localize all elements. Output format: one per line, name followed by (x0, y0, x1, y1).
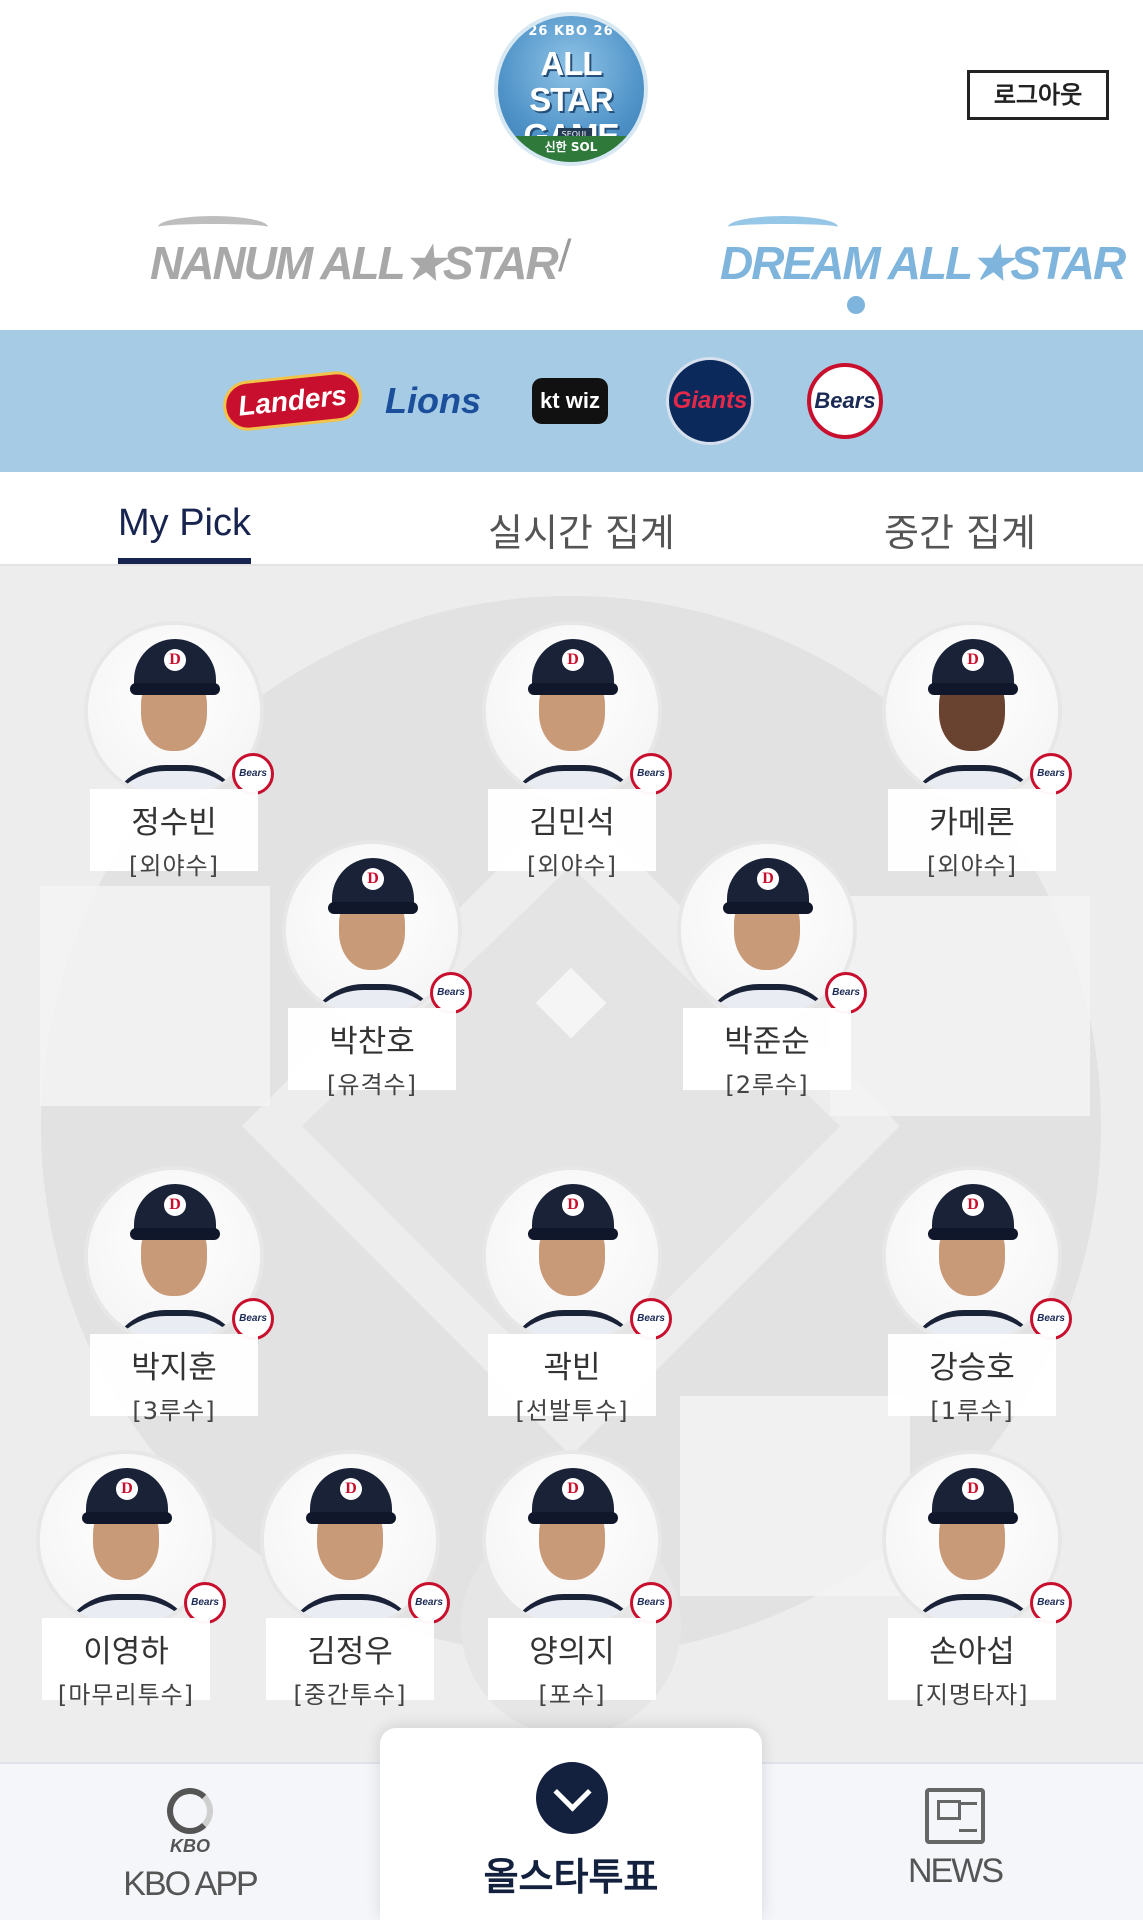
player-info: 손아섭 [지명타자] (888, 1618, 1056, 1709)
swoosh-icon (728, 216, 838, 238)
nav-kbo-app[interactable]: KBO KBO APP (100, 1788, 280, 1904)
player-info: 강승호 [1루수] (888, 1334, 1056, 1425)
player-position: [포수] (538, 1681, 606, 1709)
lineup-field: D Bears 정수빈 [외야수] D Bears 김민석 [외야수] D Be… (0, 566, 1143, 1762)
player-info: 곽빈 [선발투수] (488, 1334, 656, 1425)
player-position: [2루수] (725, 1071, 809, 1099)
team-landers[interactable]: Landers (220, 358, 364, 444)
logout-button[interactable]: 로그아웃 (967, 70, 1109, 120)
kbo-mini-label: KBO (170, 1836, 210, 1856)
logo-title-line1: ALL STAR (529, 45, 613, 118)
player-name: 김민석 (529, 805, 615, 841)
player-card[interactable]: D Bears 강승호 [1루수] (880, 1166, 1072, 1430)
player-info: 카메론 [외야수] (888, 789, 1056, 880)
tab-my-pick[interactable]: My Pick (118, 502, 251, 564)
kbo-logo-icon (167, 1788, 213, 1834)
doosan-bears-logo: Bears (807, 363, 883, 439)
player-info: 박찬호 [유격수] (288, 1008, 456, 1099)
lotte-giants-logo: Giants (666, 357, 754, 445)
player-info: 박준순 [2루수] (683, 1008, 851, 1099)
player-name: 박지훈 (131, 1350, 217, 1386)
nav-allstar-vote[interactable]: 올스타투표 (380, 1728, 762, 1920)
player-card[interactable]: D Bears 카메론 [외야수] (880, 621, 1072, 885)
logo-sponsor: 신한 SOL (498, 136, 644, 162)
ssg-landers-logo: Landers (220, 368, 364, 434)
player-position: [외야수] (927, 852, 1017, 880)
player-info: 이영하 [마무리투수] (42, 1618, 210, 1709)
chevron-down-icon[interactable] (536, 1762, 608, 1834)
swoosh-icon (158, 216, 268, 238)
player-position: [마무리투수] (57, 1681, 195, 1709)
player-position: [외야수] (527, 852, 617, 880)
player-position: [중간투수] (293, 1681, 407, 1709)
team-ktwiz[interactable]: kt wiz (520, 358, 620, 444)
player-info: 김정우 [중간투수] (266, 1618, 434, 1709)
nav-kbo-app-label: KBO APP (123, 1865, 258, 1903)
player-card[interactable]: D Bears 박준순 [2루수] (675, 840, 867, 1104)
player-card[interactable]: D Bears 손아섭 [지명타자] (880, 1450, 1072, 1714)
player-position: [3루수] (132, 1397, 216, 1425)
player-info: 박지훈 [3루수] (90, 1334, 258, 1425)
allstar-game-logo: 26 KBO 26 ALL STAR GAME SEOUL 신한 SOL (494, 12, 648, 166)
league-nanum-allstar[interactable]: NANUM ALL★STAR (150, 210, 559, 290)
player-position: [지명타자] (915, 1681, 1029, 1709)
player-name: 양의지 (529, 1634, 615, 1670)
player-name: 이영하 (83, 1634, 169, 1670)
player-name: 카메론 (929, 805, 1015, 841)
allstar-vote-page: 26 KBO 26 ALL STAR GAME SEOUL 신한 SOL 로그아… (0, 0, 1143, 1920)
team-selector: Landers Lions kt wiz Giants Bears (0, 330, 1143, 472)
player-position: [1루수] (930, 1397, 1014, 1425)
player-card[interactable]: D Bears 김민석 [외야수] (480, 621, 672, 885)
player-name: 강승호 (929, 1350, 1015, 1386)
player-name: 박찬호 (329, 1024, 415, 1060)
team-giants[interactable]: Giants (660, 357, 760, 445)
team-lions[interactable]: Lions (380, 358, 486, 444)
samsung-lions-logo: Lions (385, 380, 481, 421)
tab-realtime-tally[interactable]: 실시간 집계 (488, 502, 675, 557)
player-card[interactable]: D Bears 김정우 [중간투수] (258, 1450, 450, 1714)
player-card[interactable]: D Bears 박찬호 [유격수] (280, 840, 472, 1104)
player-position: [외야수] (129, 852, 219, 880)
tab-interim-tally[interactable]: 중간 집계 (884, 502, 1036, 557)
nav-allstar-vote-label: 올스타투표 (483, 1855, 659, 1899)
player-info: 정수빈 [외야수] (90, 789, 258, 880)
player-name: 박준순 (724, 1024, 810, 1060)
player-name: 손아섭 (929, 1634, 1015, 1670)
player-card[interactable]: D Bears 곽빈 [선발투수] (480, 1166, 672, 1430)
tab-bar: My Pick 실시간 집계 중간 집계 (0, 472, 1143, 566)
player-position: [유격수] (327, 1071, 417, 1099)
league-dream-label: DREAM ALL★STAR (720, 237, 1126, 289)
nav-news-label: NEWS (908, 1852, 1004, 1890)
header: 26 KBO 26 ALL STAR GAME SEOUL 신한 SOL 로그아… (0, 0, 1143, 330)
league-dream-allstar[interactable]: DREAM ALL★STAR (720, 210, 1126, 290)
active-league-indicator (847, 296, 865, 314)
newspaper-icon (925, 1788, 985, 1844)
player-name: 정수빈 (131, 805, 217, 841)
team-bears[interactable]: Bears (800, 358, 890, 444)
player-card[interactable]: D Bears 양의지 [포수] (480, 1450, 672, 1714)
player-info: 양의지 [포수] (488, 1618, 656, 1709)
player-card[interactable]: D Bears 박지훈 [3루수] (82, 1166, 274, 1430)
kt-wiz-logo: kt wiz (532, 378, 608, 424)
player-name: 곽빈 (543, 1350, 601, 1386)
league-nanum-label: NANUM ALL★STAR (150, 237, 559, 289)
player-info: 김민석 [외야수] (488, 789, 656, 880)
player-card[interactable]: D Bears 정수빈 [외야수] (82, 621, 274, 885)
logo-ring-text: 26 KBO 26 (528, 24, 614, 39)
player-position: [선발투수] (515, 1397, 629, 1425)
nav-news[interactable]: NEWS (880, 1788, 1030, 1891)
player-name: 김정우 (307, 1634, 393, 1670)
player-card[interactable]: D Bears 이영하 [마무리투수] (34, 1450, 226, 1714)
league-separator: / (558, 232, 572, 278)
